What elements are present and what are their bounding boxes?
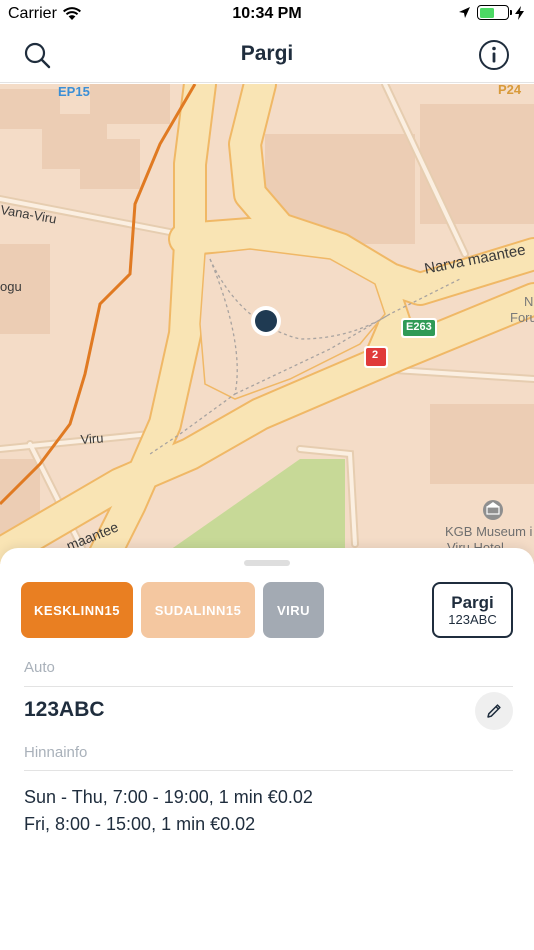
car-plate-value: 123ABC	[24, 698, 105, 721]
zone-button-viru[interactable]: VIRU	[263, 582, 324, 638]
info-button[interactable]	[478, 39, 510, 71]
zone-button-sudalinn15[interactable]: SUDALINN15	[141, 582, 255, 638]
bottom-sheet: KESKLINN15 SUDALINN15 VIRU Pargi 123ABC …	[0, 548, 534, 950]
battery-level	[479, 7, 495, 18]
status-right-group	[458, 5, 524, 20]
info-icon	[479, 40, 509, 70]
map-building	[430, 404, 534, 484]
museum-icon	[483, 500, 503, 520]
current-location-marker	[251, 306, 281, 336]
battery-icon	[477, 5, 512, 20]
map-label-viru: Viru	[80, 430, 104, 447]
map-label-ep15: EP15	[58, 84, 90, 99]
divider	[24, 686, 513, 687]
park-button-plate: 123ABC	[448, 612, 497, 627]
map-label-p24: P24	[498, 84, 522, 97]
pricing-section-label: Hinnainfo	[24, 744, 88, 761]
location-arrow-icon	[459, 7, 470, 18]
price-line: Fri, 8:00 - 15:00, 1 min €0.02	[24, 814, 256, 834]
charging-bolt-icon	[515, 5, 524, 20]
park-button-title: Pargi	[451, 593, 494, 612]
map-canvas	[0, 84, 534, 564]
park-button[interactable]: Pargi 123ABC	[432, 582, 513, 638]
status-bar: Carrier 10:34 PM	[0, 0, 534, 30]
map-label-e263: E263	[406, 321, 432, 333]
map-building	[420, 104, 534, 224]
pencil-icon	[487, 704, 501, 718]
map-label-foru: Foru	[510, 310, 534, 325]
sheet-grabber-handle[interactable]	[244, 560, 290, 566]
map-label-n: N	[524, 294, 534, 309]
car-section-label: Auto	[24, 659, 55, 676]
map-building	[90, 84, 170, 124]
status-time: 10:34 PM	[232, 5, 302, 22]
nav-bar: Pargi	[0, 30, 534, 83]
map-view[interactable]: EP15 P24 Vana-Viru Narva maantee E263 2 …	[0, 84, 534, 564]
zone-button-kesklinn15[interactable]: KESKLINN15	[21, 582, 133, 638]
page-title: Pargi	[240, 42, 294, 65]
map-label-ogu: ogu	[0, 279, 22, 294]
map-building	[80, 139, 140, 189]
edit-car-button[interactable]	[475, 692, 513, 730]
map-label-route-2: 2	[372, 349, 379, 361]
map-road-minor-fill	[0, 432, 152, 451]
divider	[24, 770, 513, 771]
price-line: Sun - Thu, 7:00 - 19:00, 1 min €0.02	[24, 787, 313, 807]
map-label-kgb-museum: KGB Museum i	[445, 524, 533, 539]
